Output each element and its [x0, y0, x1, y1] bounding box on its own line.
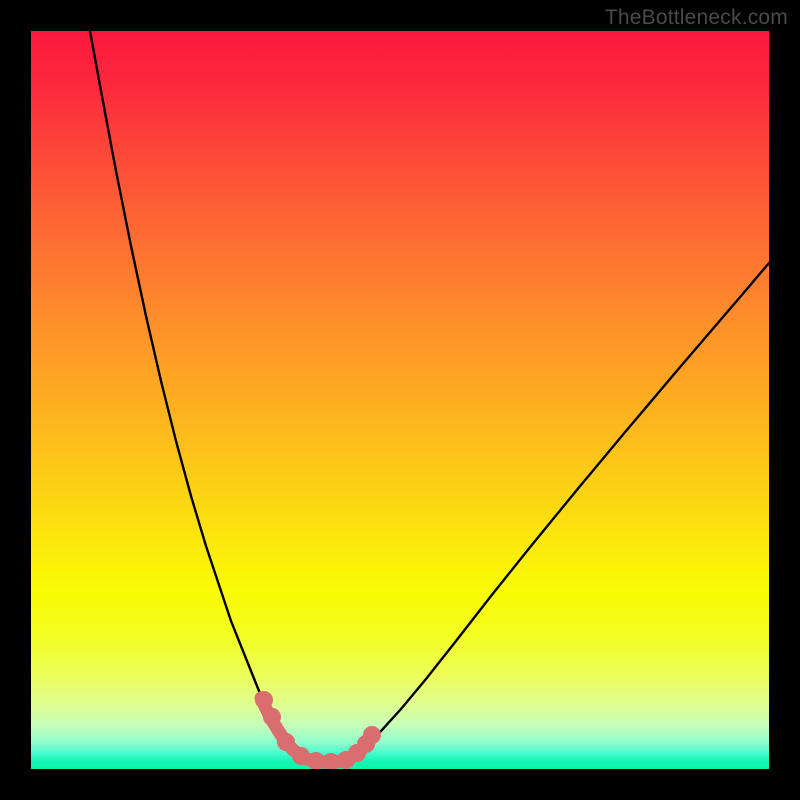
trough-marker [263, 708, 281, 726]
trough-marker [255, 691, 273, 709]
watermark-text: TheBottleneck.com [605, 6, 788, 30]
left-curve [90, 31, 309, 760]
trough-marker [363, 726, 381, 744]
trough-marker [277, 733, 295, 751]
chart-frame: TheBottleneck.com [0, 0, 800, 800]
chart-svg [31, 31, 769, 769]
plot-area [31, 31, 769, 769]
right-curve [349, 263, 769, 760]
